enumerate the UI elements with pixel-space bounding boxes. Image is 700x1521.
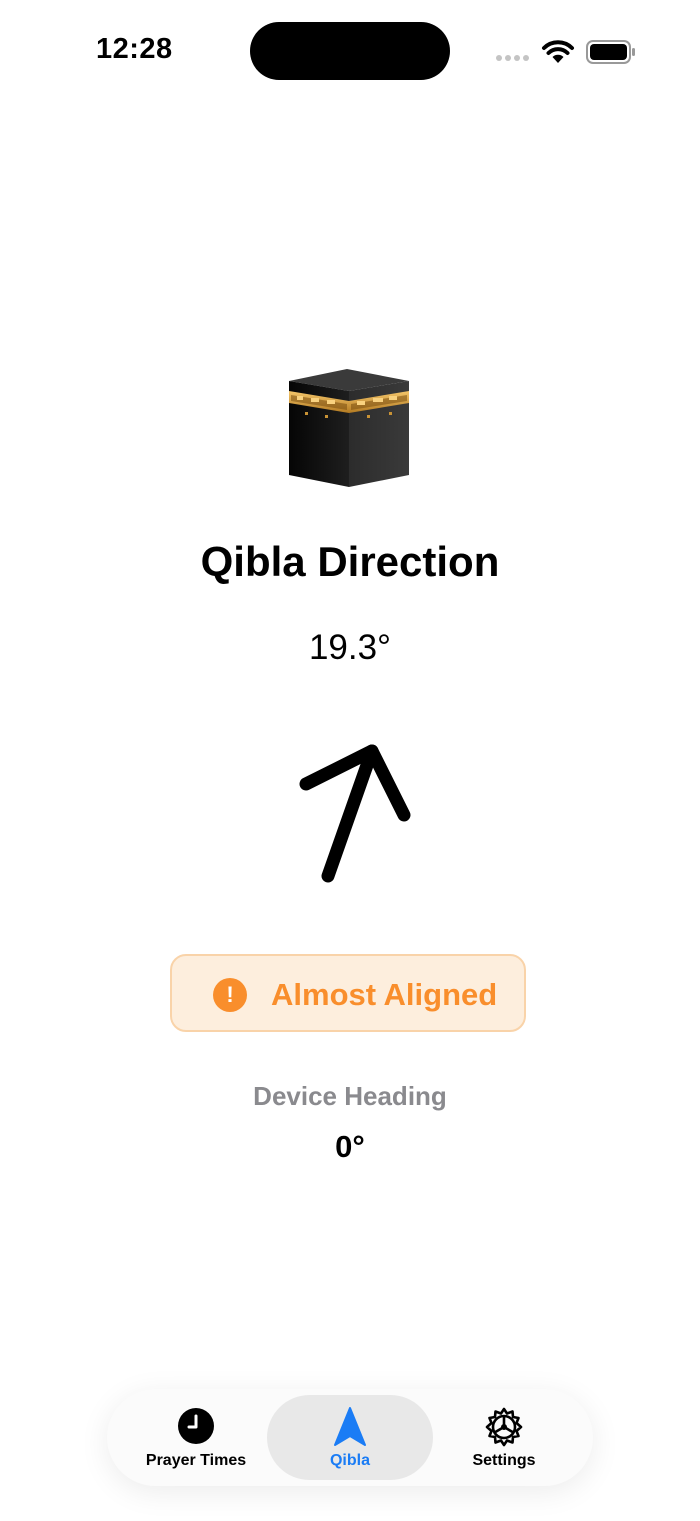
battery-icon <box>586 40 636 69</box>
alignment-status-label: Almost Aligned <box>271 977 498 1012</box>
kaaba-icon <box>285 365 413 494</box>
gear-icon <box>484 1407 524 1452</box>
warning-icon: ! <box>213 978 247 1012</box>
dynamic-island <box>250 22 450 80</box>
cellular-signal-icon <box>496 55 529 61</box>
tab-settings[interactable]: Settings <box>435 1395 573 1480</box>
tab-qibla[interactable]: Qibla <box>267 1395 433 1480</box>
tab-bar: Prayer Times Qibla Settings <box>107 1389 593 1486</box>
navigation-arrow-icon <box>333 1407 367 1452</box>
qibla-screen: 12:28 Qibla Direction 19.3° ! Almost Ali… <box>0 0 700 1521</box>
wifi-icon <box>541 39 575 69</box>
tab-label: Qibla <box>329 1452 370 1469</box>
device-heading-label: Device Heading <box>253 1081 447 1111</box>
tab-label: Prayer Times <box>145 1452 247 1469</box>
qibla-angle: 19.3° <box>308 628 392 667</box>
status-time: 12:28 <box>96 33 173 65</box>
qibla-direction-arrow-icon <box>290 735 420 895</box>
device-heading-value: 0° <box>335 1129 365 1164</box>
tab-prayer-times[interactable]: Prayer Times <box>127 1395 265 1480</box>
tab-label: Settings <box>472 1452 536 1469</box>
clock-icon <box>177 1407 215 1450</box>
alignment-status-badge: ! Almost Aligned <box>170 954 526 1032</box>
page-title: Qibla Direction <box>200 538 500 585</box>
